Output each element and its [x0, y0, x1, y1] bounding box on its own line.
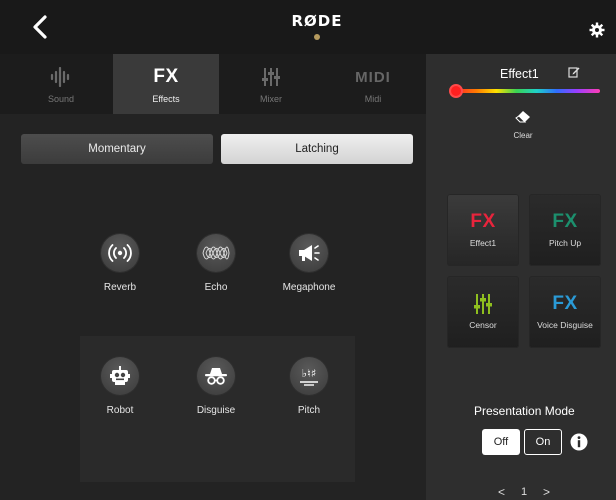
color-slider[interactable]	[449, 84, 600, 98]
effect-circle	[197, 357, 235, 395]
tab-midi[interactable]: MIDI Midi	[320, 54, 426, 114]
selected-effect-name: Effect1	[500, 67, 539, 81]
effect-circle	[101, 357, 139, 395]
color-track	[456, 89, 600, 93]
echo-icon	[202, 246, 230, 260]
presentation-off-button[interactable]: Off	[482, 429, 520, 455]
presentation-mode-label: Presentation Mode	[474, 404, 575, 418]
faders-icon	[474, 294, 492, 314]
tab-bar: Sound FX Effects Mixer MIDI Midi	[0, 54, 426, 114]
effect-pad-4[interactable]: FX Voice Disguise	[529, 276, 601, 348]
tab-label: Midi	[364, 94, 382, 104]
clear-button[interactable]: Clear	[501, 110, 545, 140]
tab-sound[interactable]: Sound	[8, 54, 114, 114]
info-icon[interactable]	[570, 433, 588, 451]
effect-circle	[290, 234, 328, 272]
effect-pitch[interactable]: ♭♮♯ Pitch	[269, 357, 349, 416]
effect-pad-2[interactable]: FX Pitch Up	[529, 194, 601, 266]
megaphone-icon	[299, 245, 320, 261]
effect-label: Robot	[106, 405, 134, 416]
eraser-icon	[515, 111, 530, 123]
disguise-icon	[205, 368, 227, 385]
effect-label: Megaphone	[282, 282, 336, 293]
tab-label: Sound	[47, 94, 75, 104]
effect-pad-1[interactable]: FX Effect1	[447, 194, 519, 266]
pad-label: Pitch Up	[548, 238, 582, 248]
latching-button[interactable]: Latching	[221, 134, 413, 164]
page-number: 1	[520, 486, 528, 498]
tab-label: Mixer	[260, 94, 282, 104]
tab-mixer[interactable]: Mixer	[218, 54, 324, 114]
reverb-icon	[108, 244, 132, 262]
fx-icon: FX	[552, 211, 578, 232]
color-slider-knob[interactable]	[449, 84, 463, 98]
logo-dot	[314, 34, 320, 40]
effect-disguise[interactable]: Disguise	[176, 357, 256, 416]
chevron-left-icon[interactable]	[28, 14, 54, 40]
pad-label: Censor	[469, 320, 497, 330]
fx-icon: FX	[153, 66, 179, 87]
pad-label: Effect1	[469, 238, 497, 248]
prev-page-arrow[interactable]: <	[498, 485, 505, 499]
effect-circle: ♭♮♯	[290, 357, 328, 395]
momentary-button[interactable]: Momentary	[21, 134, 213, 164]
midi-icon: MIDI	[355, 68, 391, 86]
pitch-glyph: ♭♮♯	[302, 367, 316, 380]
logo-text: RØDE	[291, 12, 343, 30]
effect-pad-3[interactable]: Censor	[447, 276, 519, 348]
gear-icon[interactable]	[589, 22, 605, 38]
faders-icon	[262, 68, 280, 86]
top-bar: RØDE	[0, 0, 616, 54]
fx-icon: FX	[470, 211, 496, 232]
tab-effects[interactable]: FX Effects	[113, 54, 219, 114]
pitch-icon: ♭♮♯	[300, 367, 318, 386]
pager: < 1 >	[498, 484, 550, 500]
pad-label: Voice Disguise	[537, 320, 593, 330]
effect-robot[interactable]: Robot	[80, 357, 160, 416]
tab-label: Effects	[152, 94, 180, 104]
rode-logo: RØDE	[282, 12, 352, 40]
effect-label: Reverb	[103, 282, 137, 293]
effect-circle	[197, 234, 235, 272]
effect-label: Echo	[204, 282, 228, 293]
fx-icon: FX	[552, 293, 578, 314]
main-panel: Sound FX Effects Mixer MIDI Midi Momenta…	[0, 54, 426, 500]
presentation-on-button[interactable]: On	[524, 429, 562, 455]
effect-label: Pitch	[297, 405, 321, 416]
effect-label: Disguise	[196, 405, 236, 416]
robot-icon	[110, 366, 130, 385]
effect-circle	[101, 234, 139, 272]
effect-reverb[interactable]: Reverb	[80, 234, 160, 293]
effect-echo[interactable]: Echo	[176, 234, 256, 293]
waveform-icon	[50, 67, 70, 87]
sidebar: Effect1 Clear FX Effect1 FX Pitch Up Cen…	[426, 54, 616, 500]
effect-megaphone[interactable]: Megaphone	[269, 234, 349, 293]
next-page-arrow[interactable]: >	[543, 485, 550, 499]
clear-label: Clear	[513, 131, 533, 140]
edit-icon[interactable]	[568, 66, 580, 78]
